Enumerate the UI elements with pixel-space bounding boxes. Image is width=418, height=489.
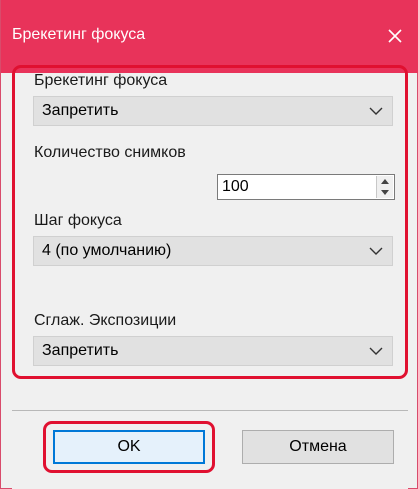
smoothing-select[interactable]: Запретить bbox=[33, 336, 393, 366]
ok-button[interactable]: OK bbox=[53, 430, 205, 464]
smoothing-value: Запретить bbox=[42, 342, 119, 359]
chevron-down-icon bbox=[369, 347, 383, 355]
arrow-up-icon bbox=[381, 179, 389, 184]
shots-label: Количество снимков bbox=[34, 144, 186, 161]
chevron-down-icon bbox=[369, 247, 383, 255]
window-title: Брекетинг фокуса bbox=[12, 26, 146, 43]
chevron-down-icon bbox=[369, 107, 383, 115]
bracketing-value: Запретить bbox=[42, 102, 119, 119]
focus-step-select[interactable]: 4 (по умолчанию) bbox=[33, 236, 393, 266]
stepper-buttons bbox=[376, 176, 393, 198]
shots-value[interactable]: 100 bbox=[222, 178, 249, 196]
smoothing-label: Сглаж. Экспозиции bbox=[34, 312, 177, 329]
title-bar[interactable]: Брекетинг фокуса bbox=[1, 0, 418, 73]
dialog-window: Брекетинг фокуса Брекетинг фокуса Запрет… bbox=[0, 0, 418, 489]
decrement-button[interactable] bbox=[377, 187, 393, 198]
dialog-content: Брекетинг фокуса Запретить Количество сн… bbox=[12, 65, 408, 489]
bracketing-label: Брекетинг фокуса bbox=[34, 72, 168, 89]
arrow-down-icon bbox=[381, 190, 389, 195]
focus-step-label: Шаг фокуса bbox=[34, 212, 122, 229]
focus-step-value: 4 (по умолчанию) bbox=[42, 242, 172, 259]
close-button[interactable] bbox=[377, 18, 413, 54]
bracketing-select[interactable]: Запретить bbox=[33, 96, 393, 126]
divider bbox=[12, 410, 408, 411]
close-icon bbox=[388, 29, 402, 43]
cancel-button[interactable]: Отмена bbox=[242, 430, 394, 464]
shots-stepper[interactable]: 100 bbox=[217, 174, 395, 200]
